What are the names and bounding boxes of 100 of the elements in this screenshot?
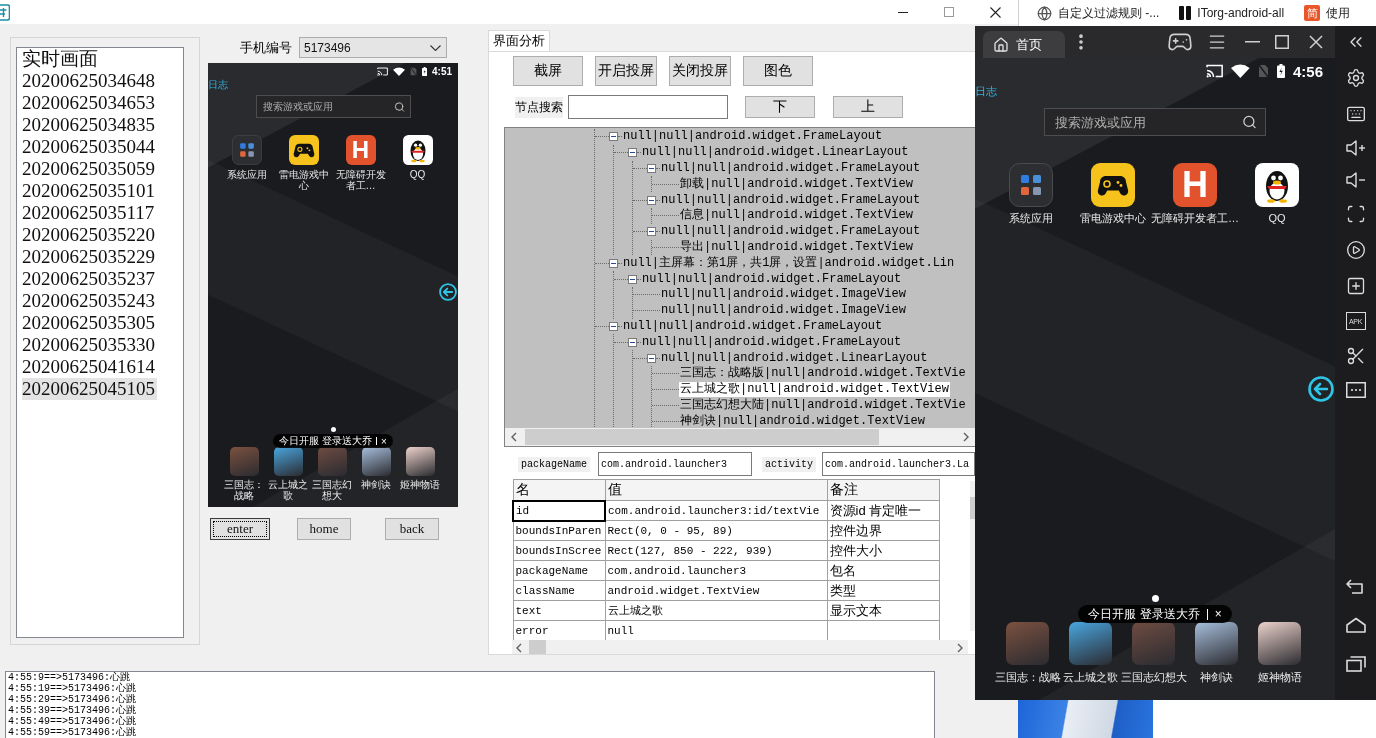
tree-node[interactable]: null|null|android.widget.FrameLayout (622, 129, 884, 145)
list-item[interactable]: 20200625035237 (22, 268, 157, 290)
list-item[interactable]: 20200625035101 (22, 180, 157, 202)
collapse-icon[interactable] (609, 321, 618, 331)
promo-banner[interactable]: 今日开服 登录送大乔 × (1078, 605, 1232, 623)
action-button[interactable]: 图色 (743, 56, 813, 86)
list-item[interactable]: 20200625034653 (22, 92, 157, 114)
nav-button[interactable]: 上 (833, 96, 903, 118)
collapse-icon[interactable] (609, 258, 618, 268)
scrollbar-thumb[interactable] (969, 497, 975, 519)
node-search-field[interactable] (568, 95, 728, 119)
penguin-icon[interactable] (1255, 163, 1299, 207)
bookmark-link[interactable]: ITorg-android-all (1179, 6, 1285, 20)
list-item[interactable]: 20200625045105 (22, 378, 157, 400)
list-item[interactable]: 20200625034835 (22, 114, 157, 136)
tree-node[interactable]: null|null|android.widget.FrameLayout (641, 334, 903, 350)
game-thumbnail[interactable] (405, 447, 435, 476)
game-thumbnail[interactable] (1258, 622, 1301, 665)
chevron-left-icon[interactable] (511, 432, 517, 442)
more-icon[interactable] (1345, 382, 1366, 398)
tree-node[interactable]: 导出|null|android.widget.TextView (679, 239, 914, 255)
collapse-icon[interactable] (628, 148, 637, 158)
close-button[interactable]: × (380, 435, 387, 447)
settings-icon[interactable] (1345, 68, 1366, 88)
action-button[interactable]: 截屏 (513, 56, 583, 86)
tree-node[interactable]: null|null|android.widget.FrameLayout (660, 161, 922, 176)
list-item[interactable]: 20200625035059 (22, 158, 157, 180)
bookmark-link[interactable]: 自定义过滤规则 -... (1037, 4, 1160, 22)
collapse-icon[interactable] (628, 274, 637, 284)
search-icon[interactable] (393, 101, 405, 112)
collapse-icon[interactable] (609, 132, 618, 142)
scrollbar-thumb[interactable] (525, 429, 879, 445)
promo-banner[interactable]: 今日开服 登录送大乔 × (273, 434, 393, 448)
list-item[interactable]: 20200625035229 (22, 246, 157, 268)
app-folder-icon[interactable] (231, 135, 262, 165)
list-item[interactable]: 20200625035243 (22, 290, 157, 312)
arrow-left-circle-icon[interactable] (439, 283, 457, 301)
game-thumbnail[interactable] (273, 447, 303, 476)
game-thumbnail[interactable] (1132, 622, 1175, 665)
game-thumbnail[interactable] (229, 447, 259, 476)
tree-node[interactable]: 三国志幻想大陆|null|android.widget.TextVie (679, 397, 967, 413)
tab[interactable]: 首页 (983, 31, 1065, 58)
maximize-icon[interactable] (1275, 35, 1289, 49)
list-item[interactable]: 20200625035044 (22, 136, 157, 158)
search-field[interactable]: 搜索游戏或应用 (255, 95, 411, 118)
list-item[interactable]: 20200625041614 (22, 356, 157, 378)
collapse-icon[interactable] (647, 195, 656, 205)
overlapping-squares-icon[interactable] (1345, 656, 1366, 672)
action-button[interactable]: 开启投屏 (595, 56, 657, 86)
game-thumbnail[interactable] (317, 447, 347, 476)
gamepad-icon[interactable] (288, 135, 319, 165)
horizontal-scrollbar[interactable] (505, 428, 975, 446)
close-button[interactable]: × (1214, 607, 1222, 621)
tree-node[interactable]: 三国志：战略版|null|android.widget.TextVie (679, 366, 967, 382)
tree-node[interactable]: 云上城之歌|null|android.widget.TextView (679, 382, 950, 398)
tree-node[interactable]: null|主屏幕：第1屏，共1屏，设置|android.widget.Lin (622, 255, 956, 271)
frame-corners-icon[interactable] (1345, 204, 1366, 224)
home-icon[interactable] (1345, 617, 1366, 633)
bookmark-link[interactable]: 简 使用 (1304, 4, 1351, 22)
log-link[interactable]: 日志 (975, 84, 997, 98)
nav-button[interactable]: 下 (745, 96, 815, 118)
tree-node[interactable]: null|null|android.widget.LinearLayout (641, 145, 910, 161)
list-item[interactable]: 20200625035305 (22, 312, 157, 334)
chevron-right-icon[interactable] (957, 642, 963, 653)
app-folder-icon[interactable] (1009, 163, 1053, 207)
horizontal-scrollbar[interactable] (512, 640, 968, 654)
tree-node[interactable]: 神剑诀|null|android.widget.TextView (679, 413, 926, 428)
collapse-icon[interactable] (647, 227, 656, 237)
search-field[interactable]: 搜索游戏或应用 (1044, 108, 1266, 136)
chevron-right-icon[interactable] (963, 432, 969, 442)
collapse-icon[interactable] (647, 353, 656, 363)
tree-node[interactable]: 卸载|null|android.widget.TextView (679, 176, 914, 192)
list-item[interactable]: 实时画面 (22, 48, 100, 70)
close-icon[interactable] (1309, 35, 1323, 49)
activity-field[interactable]: com.android.launcher3.La (822, 452, 975, 476)
phone-id-dropdown[interactable]: 5173496 (299, 37, 447, 58)
device-key-button[interactable]: home (297, 518, 351, 540)
game-thumbnail[interactable] (1069, 622, 1112, 665)
list-item[interactable]: 20200625035117 (22, 202, 157, 224)
volume-up-icon[interactable] (1345, 140, 1366, 156)
game-thumbnail[interactable] (1195, 622, 1238, 665)
game-thumbnail[interactable] (361, 447, 391, 476)
list-item[interactable]: 20200625034648 (22, 70, 157, 92)
chevron-left-icon[interactable] (516, 642, 522, 653)
app-logo[interactable]: H (1173, 163, 1217, 207)
scrollbar-thumb[interactable] (529, 640, 546, 654)
device-key-button[interactable]: enter (210, 518, 270, 540)
collapse-icon[interactable] (628, 337, 637, 347)
tree-node[interactable]: null|null|android.widget.ImageView (660, 303, 907, 319)
square-plus-icon[interactable] (1345, 276, 1366, 296)
tree-node[interactable]: null|null|android.widget.FrameLayout (622, 318, 884, 334)
tree-node[interactable]: null|null|android.widget.FrameLayout (660, 224, 922, 240)
action-button[interactable]: 关闭投屏 (669, 56, 731, 86)
collapse-icon[interactable] (647, 164, 656, 173)
gamepad-icon[interactable] (1091, 163, 1135, 207)
minimize-icon[interactable] (1245, 41, 1260, 43)
penguin-icon[interactable] (402, 135, 433, 165)
list-item[interactable]: 20200625035330 (22, 334, 157, 356)
tab[interactable]: 界面分析 (488, 30, 550, 51)
back-icon[interactable] (1345, 579, 1366, 594)
